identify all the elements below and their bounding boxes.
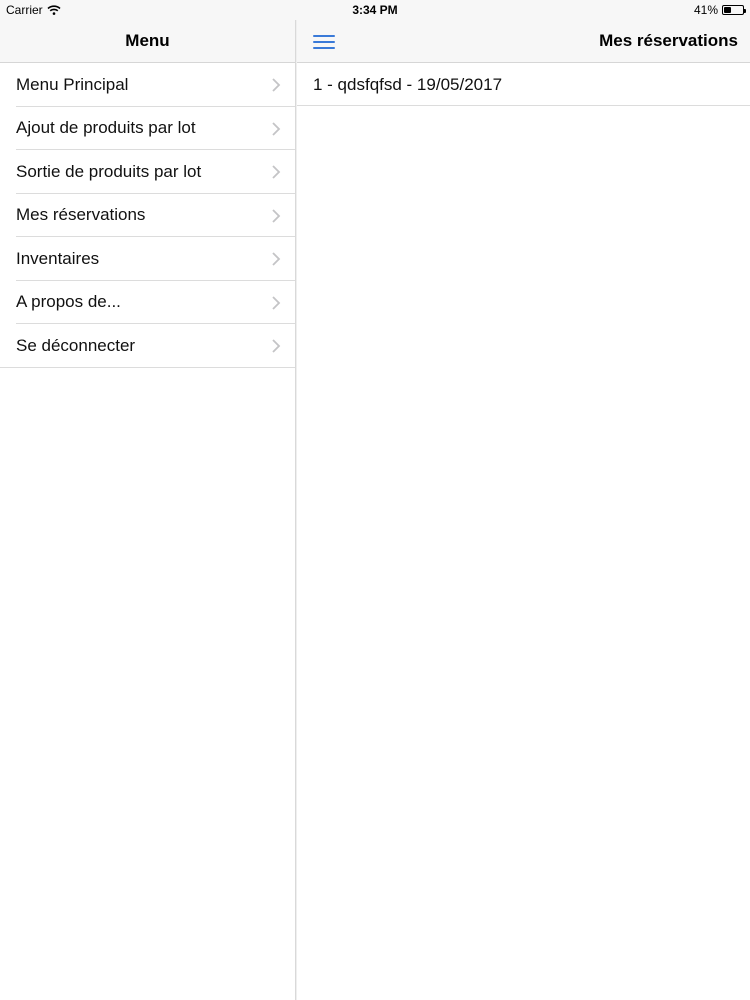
sidebar: Menu Menu Principal Ajout de produits pa… bbox=[0, 20, 296, 1000]
menu-item-sortie-produits[interactable]: Sortie de produits par lot bbox=[0, 150, 295, 194]
menu-item-se-deconnecter[interactable]: Se déconnecter bbox=[0, 324, 295, 368]
menu-list: Menu Principal Ajout de produits par lot… bbox=[0, 63, 295, 368]
status-right: 41% bbox=[693, 3, 746, 17]
battery-percent: 41% bbox=[693, 3, 718, 17]
menu-item-label: A propos de... bbox=[16, 292, 121, 312]
chevron-right-icon bbox=[272, 339, 281, 353]
menu-item-label: Menu Principal bbox=[16, 74, 129, 94]
menu-item-label: Se déconnecter bbox=[16, 335, 136, 355]
battery-icon bbox=[722, 5, 746, 15]
menu-item-a-propos[interactable]: A propos de... bbox=[0, 280, 295, 324]
status-time: 3:34 PM bbox=[352, 3, 398, 17]
chevron-right-icon bbox=[272, 208, 281, 223]
main-panel: Mes réservations 1 - qdsfqfsd - 19/05/20… bbox=[297, 20, 750, 1000]
battery-tip bbox=[744, 9, 746, 13]
menu-item-label: Inventaires bbox=[16, 248, 100, 268]
menu-item-label: Mes réservations bbox=[16, 205, 146, 225]
chevron-right-icon bbox=[272, 252, 281, 266]
chevron-right-icon bbox=[272, 295, 281, 310]
status-bar: Carrier 3:34 PM 41% bbox=[0, 0, 750, 20]
battery-fill bbox=[724, 7, 731, 13]
main-title: Mes réservations bbox=[599, 31, 738, 50]
reservation-label: 1 - qdsfqfsd - 19/05/2017 bbox=[313, 74, 503, 94]
menu-item-mes-reservations[interactable]: Mes réservations bbox=[0, 193, 295, 237]
chevron-right-icon bbox=[272, 121, 281, 136]
chevron-right-icon bbox=[272, 78, 281, 92]
hamburger-line bbox=[313, 47, 335, 49]
hamburger-line bbox=[313, 41, 335, 43]
chevron-right-icon bbox=[272, 165, 281, 179]
sidebar-nav-bar: Menu bbox=[0, 20, 295, 63]
reservation-row[interactable]: 1 - qdsfqfsd - 19/05/2017 bbox=[297, 63, 750, 106]
hamburger-line bbox=[313, 35, 335, 37]
screen: Carrier 3:34 PM 41% Menu Menu Principal bbox=[0, 0, 750, 1000]
menu-item-label: Ajout de produits par lot bbox=[16, 118, 196, 138]
menu-item-ajout-produits[interactable]: Ajout de produits par lot bbox=[0, 106, 295, 150]
sidebar-title: Menu bbox=[125, 31, 170, 50]
menu-item-menu-principal[interactable]: Menu Principal bbox=[0, 63, 295, 107]
menu-item-label: Sortie de produits par lot bbox=[16, 161, 202, 181]
menu-item-inventaires[interactable]: Inventaires bbox=[0, 237, 295, 281]
main-nav-bar: Mes réservations bbox=[297, 20, 750, 63]
hamburger-menu-icon[interactable] bbox=[313, 33, 335, 51]
